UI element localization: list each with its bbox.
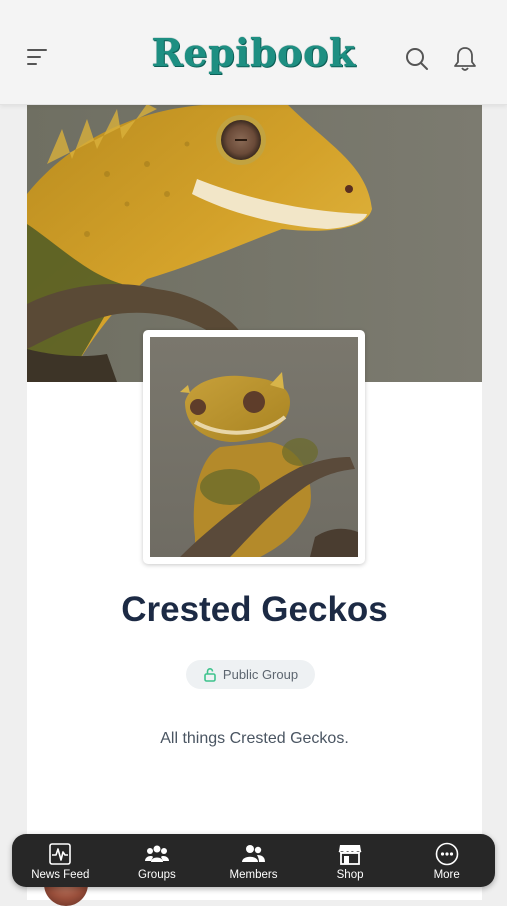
group-description: All things Crested Geckos. (160, 730, 349, 747)
nav-item-members[interactable]: Members (205, 834, 302, 887)
nav-label-news-feed: News Feed (31, 868, 90, 881)
privacy-badge: Public Group (186, 660, 315, 689)
nav-item-more[interactable]: More (398, 834, 495, 887)
nav-label-members: Members (229, 868, 278, 881)
bottom-navigation-bar: News Feed Groups Members Shop More (12, 834, 495, 887)
privacy-label: Public Group (222, 667, 299, 682)
group-avatar[interactable] (143, 330, 365, 564)
nav-label-groups: Groups (138, 868, 176, 881)
group-name: Crested Geckos (121, 590, 388, 629)
nav-item-shop[interactable]: Shop (302, 834, 399, 887)
bell-icon[interactable] (452, 45, 478, 73)
groups-icon (144, 845, 169, 862)
lock-open-icon (204, 667, 216, 682)
nav-item-groups[interactable]: Groups (109, 834, 206, 887)
search-icon[interactable] (404, 46, 430, 72)
nav-item-news-feed[interactable]: News Feed (12, 834, 109, 887)
shop-icon (338, 844, 362, 865)
more-icon (435, 842, 458, 865)
top-app-bar: Repibook (0, 0, 507, 105)
members-icon (242, 844, 266, 862)
app-logo[interactable]: Repibook (0, 30, 507, 75)
activity-icon (49, 842, 72, 865)
nav-label-more: More (433, 868, 460, 881)
group-avatar-image (150, 337, 358, 557)
nav-label-shop: Shop (336, 868, 364, 881)
group-profile-card: Crested Geckos Public Group All things C… (27, 104, 482, 900)
